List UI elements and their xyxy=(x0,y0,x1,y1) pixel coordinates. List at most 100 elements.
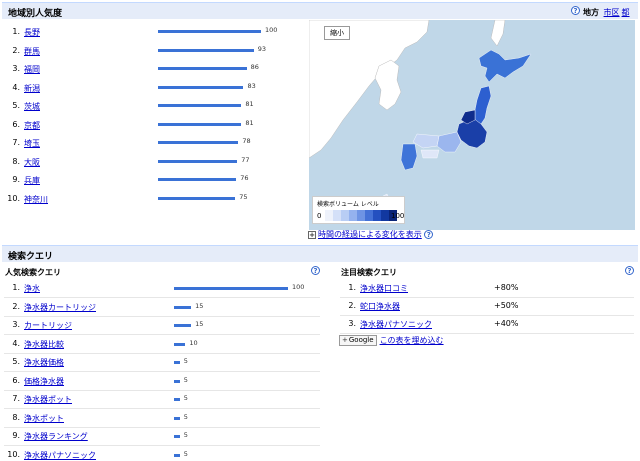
rising-query-change: +80% xyxy=(494,283,519,292)
popular-query-rank: 7. xyxy=(12,394,20,403)
rising-query-row: 2. 蛇口浄水器 +50% xyxy=(340,298,634,316)
time-change-link[interactable]: 時間の経過による変化を表示 xyxy=(318,230,422,239)
kanto-chubu xyxy=(456,117,488,149)
popular-query-link[interactable]: 浄水 xyxy=(24,283,40,294)
region-name-link[interactable]: 大阪 xyxy=(24,157,40,168)
help-icon[interactable]: ? xyxy=(625,266,634,275)
query-section-header: 検索クエリ xyxy=(2,245,638,262)
rising-query-change: +40% xyxy=(494,319,519,328)
region-name-link[interactable]: 福岡 xyxy=(24,64,40,75)
region-value: 100 xyxy=(265,26,278,34)
city-level-link[interactable]: 市区 xyxy=(604,8,620,17)
rising-query-rank: 1. xyxy=(348,283,356,292)
popular-query-value: 15 xyxy=(195,320,204,328)
region-row: 5. 茨城 81 xyxy=(0,98,310,114)
region-rank: 1. xyxy=(12,27,20,36)
popular-query-row: 2. 浄水器カートリッジ 15 xyxy=(4,299,320,317)
help-icon[interactable]: ? xyxy=(571,6,580,15)
zoom-out-button[interactable]: 縮小 xyxy=(324,26,350,40)
time-change-link-row: + 時間の経過による変化を表示 ? xyxy=(308,229,434,240)
region-name-link[interactable]: 兵庫 xyxy=(24,175,40,186)
region-row: 6. 京都 81 xyxy=(0,117,310,133)
rising-query-rank: 3. xyxy=(348,319,356,328)
popular-query-row: 5. 浄水器価格 5 xyxy=(4,354,320,372)
popular-query-link[interactable]: 浄水器パナソニック xyxy=(24,450,96,461)
region-name-link[interactable]: 神奈川 xyxy=(24,194,48,205)
rising-query-row: 1. 浄水器口コミ +80% xyxy=(340,280,634,298)
popular-query-bar xyxy=(174,361,180,364)
legend-swatch xyxy=(349,210,357,221)
popular-query-link[interactable]: 浄水ポット xyxy=(24,413,64,424)
region-name-link[interactable]: 長野 xyxy=(24,27,40,38)
embed-table-link[interactable]: この表を埋め込む xyxy=(380,336,444,345)
tohoku xyxy=(474,85,492,125)
plus-icon: + xyxy=(342,336,348,344)
popular-query-link[interactable]: 浄水器比較 xyxy=(24,339,64,350)
prefecture-level-link[interactable]: 都 xyxy=(622,8,630,17)
rising-query-change: +50% xyxy=(494,301,519,310)
legend-swatch xyxy=(373,210,381,221)
popular-query-rank: 4. xyxy=(12,338,20,348)
popular-queries-title: 人気検索クエリ xyxy=(5,268,61,277)
embed-row: +Google この表を埋め込む xyxy=(339,335,444,346)
popular-query-link[interactable]: 浄水器ランキング xyxy=(24,431,88,442)
kyushu xyxy=(400,143,418,171)
region-value: 83 xyxy=(247,81,256,90)
region-row: 7. 埼玉 78 xyxy=(0,135,310,151)
popular-query-rank: 1. xyxy=(12,283,20,292)
popular-query-row: 7. 浄水器ポット 5 xyxy=(4,391,320,409)
region-value: 76 xyxy=(240,174,249,182)
region-value-bar xyxy=(158,104,242,107)
popular-query-link[interactable]: 浄水器価格 xyxy=(24,357,64,368)
region-value-bar xyxy=(158,85,244,89)
popular-query-value: 5 xyxy=(183,394,188,402)
rising-query-link[interactable]: 浄水器口コミ xyxy=(360,283,408,294)
shikoku xyxy=(420,149,440,159)
help-icon[interactable]: ? xyxy=(311,266,320,275)
region-value: 77 xyxy=(241,155,250,164)
region-rank: 5. xyxy=(12,101,20,110)
popular-query-link[interactable]: 価格浄水器 xyxy=(24,376,64,387)
popular-query-value: 5 xyxy=(183,431,188,439)
legend-swatch xyxy=(365,210,373,221)
query-section-title: 検索クエリ xyxy=(8,252,54,262)
japan-map[interactable]: 縮小 検索ボリューム レベル 0 100 xyxy=(309,20,635,230)
google-add-button[interactable]: +Google xyxy=(339,335,377,346)
map-legend: 検索ボリューム レベル 0 100 xyxy=(312,196,405,224)
japan-prefectures xyxy=(382,49,532,201)
rising-query-link[interactable]: 浄水器パナソニック xyxy=(360,319,432,330)
region-name-link[interactable]: 新潟 xyxy=(24,83,40,94)
popular-query-bar xyxy=(174,435,180,438)
region-value-bar xyxy=(158,48,254,52)
popular-query-row: 6. 価格浄水器 5 xyxy=(4,373,320,391)
region-name-link[interactable]: 京都 xyxy=(24,120,40,131)
region-rank: 8. xyxy=(12,156,20,166)
region-value: 81 xyxy=(245,118,254,127)
region-name-link[interactable]: 埼玉 xyxy=(24,138,40,149)
region-value-bar xyxy=(158,196,236,200)
region-name-link[interactable]: 茨城 xyxy=(24,101,40,112)
region-value: 78 xyxy=(242,137,251,145)
region-rank: 9. xyxy=(12,175,20,184)
region-value-bar xyxy=(158,30,261,33)
popular-query-bar xyxy=(174,305,192,309)
popular-query-rank: 6. xyxy=(12,375,20,385)
plus-icon[interactable]: + xyxy=(308,230,316,239)
popular-query-link[interactable]: 浄水器カートリッジ xyxy=(24,302,96,313)
region-rank: 2. xyxy=(12,45,20,55)
popular-query-bar xyxy=(174,324,192,327)
popular-query-rank: 5. xyxy=(12,357,20,366)
region-value-bar xyxy=(158,159,238,163)
korea-peninsula xyxy=(374,59,402,111)
popular-query-link[interactable]: 浄水器ポット xyxy=(24,394,72,405)
popular-query-value: 5 xyxy=(183,375,188,384)
popular-query-bar xyxy=(174,342,186,346)
legend-min: 0 xyxy=(317,212,322,220)
region-name-link[interactable]: 群馬 xyxy=(24,46,40,57)
help-icon[interactable]: ? xyxy=(424,230,434,239)
rising-query-row: 3. 浄水器パナソニック +40% xyxy=(340,316,634,334)
rising-query-link[interactable]: 蛇口浄水器 xyxy=(360,301,400,312)
popular-query-link[interactable]: カートリッジ xyxy=(24,320,72,331)
region-value: 75 xyxy=(239,192,248,201)
region-row: 4. 新潟 83 xyxy=(0,80,310,96)
